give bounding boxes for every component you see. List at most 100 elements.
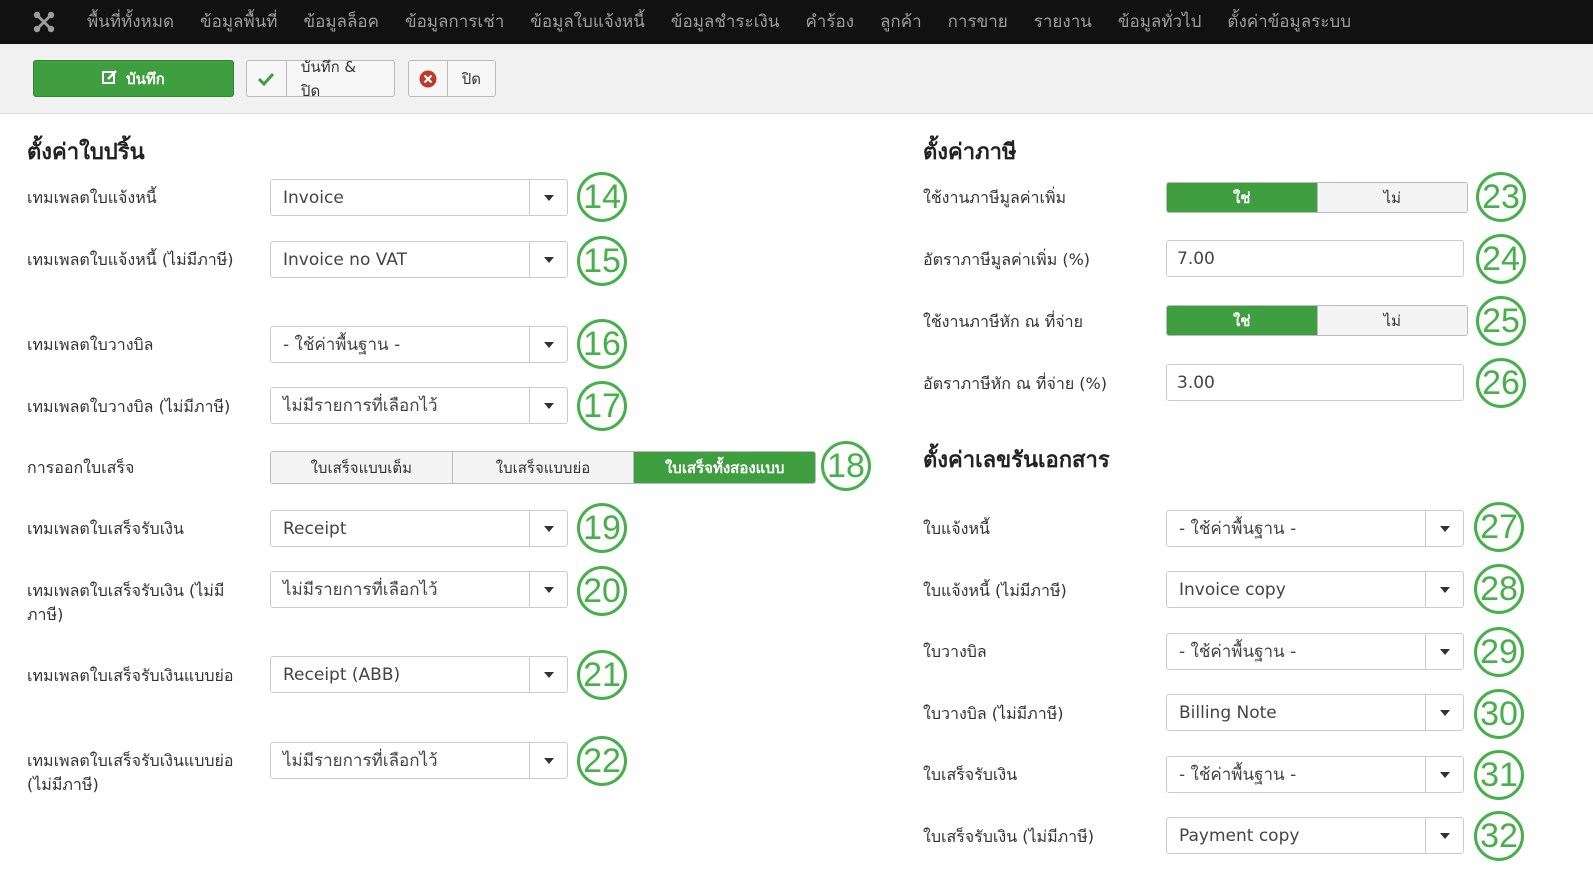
vat-rate-input[interactable]: 7.00 xyxy=(1166,240,1464,277)
main-menu: พื้นที่ทั้งหมด ข้อมูลพื้นที่ ข้อมูลล็อค … xyxy=(74,0,1364,44)
annotation-badge: 19 xyxy=(577,503,627,553)
nav-item-lock-info[interactable]: ข้อมูลล็อค xyxy=(291,0,392,44)
receipt-template-select[interactable]: Receipt xyxy=(270,510,568,547)
annotation-badge: 18 xyxy=(821,441,871,491)
annotation-badge: 22 xyxy=(577,736,627,786)
caret-down-icon xyxy=(1425,511,1463,546)
nav-item-reports[interactable]: รายงาน xyxy=(1021,0,1105,44)
billing-numbering-select[interactable]: - ใช้ค่าพื้นฐาน - xyxy=(1166,633,1464,670)
nav-item-all-areas[interactable]: พื้นที่ทั้งหมด xyxy=(74,0,187,44)
annotation-badge: 27 xyxy=(1474,502,1524,552)
field-label: ใบวางบิล xyxy=(923,642,987,661)
close-button[interactable]: ปิด xyxy=(408,60,496,97)
annotation-badge: 26 xyxy=(1476,358,1526,408)
annotation-badge: 16 xyxy=(577,319,627,369)
receipt-abb-novat-template-select[interactable]: ไม่มีรายการที่เลือกไว้ xyxy=(270,742,568,779)
annotation-badge: 29 xyxy=(1474,627,1524,677)
select-value: Billing Note xyxy=(1179,702,1277,723)
nav-item-customers[interactable]: ลูกค้า xyxy=(867,0,935,44)
field-label: อัตราภาษีมูลค่าเพิ่ม (%) xyxy=(923,250,1091,269)
wht-yes-option[interactable]: ใช่ xyxy=(1167,306,1318,335)
receipt-numbering-select[interactable]: - ใช้ค่าพื้นฐาน - xyxy=(1166,756,1464,793)
tax-settings-title: ตั้งค่าภาษี xyxy=(923,140,1017,165)
close-button-label: ปิด xyxy=(461,69,481,88)
print-settings-title: ตั้งค่าใบปริ้น xyxy=(27,140,145,165)
joomla-logo-icon[interactable] xyxy=(22,0,66,44)
caret-down-icon xyxy=(529,743,567,778)
vat-no-option[interactable]: ไม่ xyxy=(1317,183,1467,212)
field-label: เทมเพลตใบแจ้งหนี้ (ไม่มีภาษี) xyxy=(27,250,234,269)
save-and-close-button[interactable]: บันทึก & ปิด xyxy=(246,58,395,100)
invoice-novat-template-select[interactable]: Invoice no VAT xyxy=(270,241,568,278)
caret-down-icon xyxy=(1425,757,1463,792)
nav-item-rental-info[interactable]: ข้อมูลการเช่า xyxy=(392,0,517,44)
annotation-badge: 20 xyxy=(577,566,627,616)
receipt-abb-template-select[interactable]: Receipt (ABB) xyxy=(270,656,568,693)
save-and-close-label: บันทึก & ปิด xyxy=(300,57,357,100)
caret-down-icon xyxy=(1425,634,1463,669)
caret-down-icon xyxy=(529,180,567,215)
nav-item-payment-info[interactable]: ข้อมูลชำระเงิน xyxy=(658,0,793,44)
receipt-novat-numbering-select[interactable]: Payment copy xyxy=(1166,817,1464,854)
vat-yes-option[interactable]: ใช่ xyxy=(1167,183,1318,212)
caret-down-icon xyxy=(1425,695,1463,730)
close-circle-icon xyxy=(409,61,448,96)
billing-novat-numbering-select[interactable]: Billing Note xyxy=(1166,694,1464,731)
wht-no-option[interactable]: ไม่ xyxy=(1317,306,1467,335)
annotation-badge: 28 xyxy=(1474,564,1524,614)
annotation-badge: 25 xyxy=(1476,296,1526,346)
nav-item-sales[interactable]: การขาย xyxy=(935,0,1021,44)
annotation-badge: 23 xyxy=(1476,172,1526,222)
save-button[interactable]: บันทึก xyxy=(33,60,234,97)
annotation-badge: 30 xyxy=(1474,689,1524,739)
select-value: - ใช้ค่าพื้นฐาน - xyxy=(1179,519,1297,539)
select-value: Invoice xyxy=(283,187,344,208)
invoice-template-select[interactable]: Invoice xyxy=(270,179,568,216)
nav-item-general[interactable]: ข้อมูลทั่วไป xyxy=(1105,0,1215,44)
field-label: เทมเพลตใบเสร็จรับเงิน (ไม่มีภาษี) xyxy=(27,581,225,624)
nav-item-requests[interactable]: คำร้อง xyxy=(792,0,867,44)
field-label: ใบแจ้งหนี้ (ไม่มีภาษี) xyxy=(923,581,1067,600)
select-value: - ใช้ค่าพื้นฐาน - xyxy=(1179,642,1297,662)
field-label: ใบเสร็จรับเงิน (ไม่มีภาษี) xyxy=(923,827,1094,846)
billing-template-select[interactable]: - ใช้ค่าพื้นฐาน - xyxy=(270,326,568,363)
caret-down-icon xyxy=(1425,572,1463,607)
caret-down-icon xyxy=(529,572,567,607)
check-icon xyxy=(247,61,287,96)
select-value: - ใช้ค่าพื้นฐาน - xyxy=(1179,765,1297,785)
field-label: เทมเพลตใบเสร็จรับเงิน xyxy=(27,519,184,538)
invoice-novat-numbering-select[interactable]: Invoice copy xyxy=(1166,571,1464,608)
select-value: Invoice copy xyxy=(1179,579,1286,600)
field-label: เทมเพลตใบแจ้งหนี้ xyxy=(27,188,157,207)
annotation-badge: 24 xyxy=(1476,234,1526,284)
receipt-novat-template-select[interactable]: ไม่มีรายการที่เลือกไว้ xyxy=(270,571,568,608)
field-label: ใช้งานภาษีหัก ณ ที่จ่าย xyxy=(923,312,1084,331)
edit-icon xyxy=(102,69,118,89)
wht-rate-input[interactable]: 3.00 xyxy=(1166,364,1464,401)
receipt-abb-option[interactable]: ใบเสร็จแบบย่อ xyxy=(452,452,635,483)
billing-novat-template-select[interactable]: ไม่มีรายการที่เลือกไว้ xyxy=(270,387,568,424)
caret-down-icon xyxy=(529,388,567,423)
doc-number-settings-title: ตั้งค่าเลขรันเอกสาร xyxy=(923,448,1110,473)
annotation-badge: 14 xyxy=(577,172,627,222)
nav-item-invoice-info[interactable]: ข้อมูลใบแจ้งหนี้ xyxy=(517,0,658,44)
field-label: ใบวางบิล (ไม่มีภาษี) xyxy=(923,704,1064,723)
nav-item-system-settings[interactable]: ตั้งค่าข้อมูลระบบ xyxy=(1214,0,1364,44)
nav-item-area-info[interactable]: ข้อมูลพื้นที่ xyxy=(187,0,291,44)
select-value: ไม่มีรายการที่เลือกไว้ xyxy=(283,751,438,771)
invoice-numbering-select[interactable]: - ใช้ค่าพื้นฐาน - xyxy=(1166,510,1464,547)
annotation-badge: 31 xyxy=(1474,750,1524,800)
receipt-both-option[interactable]: ใบเสร็จทั้งสองแบบ xyxy=(634,452,815,483)
field-label: ใบเสร็จรับเงิน xyxy=(923,765,1018,784)
annotation-badge: 32 xyxy=(1474,811,1524,861)
annotation-badge: 21 xyxy=(577,650,627,700)
vat-enabled-toggle: ใช่ ไม่ xyxy=(1166,182,1468,213)
field-label: เทมเพลตใบวางบิล (ไม่มีภาษี) xyxy=(27,397,231,416)
field-label: เทมเพลตใบเสร็จรับเงินแบบย่อ xyxy=(27,666,234,685)
save-button-label: บันทึก xyxy=(126,69,165,88)
select-value: Receipt xyxy=(283,518,347,539)
receipt-full-option[interactable]: ใบเสร็จแบบเต็ม xyxy=(271,452,453,483)
receipt-issue-toggle: ใบเสร็จแบบเต็ม ใบเสร็จแบบย่อ ใบเสร็จทั้ง… xyxy=(270,451,816,484)
select-value: ไม่มีรายการที่เลือกไว้ xyxy=(283,396,438,416)
field-label: ใช้งานภาษีมูลค่าเพิ่ม xyxy=(923,188,1067,207)
